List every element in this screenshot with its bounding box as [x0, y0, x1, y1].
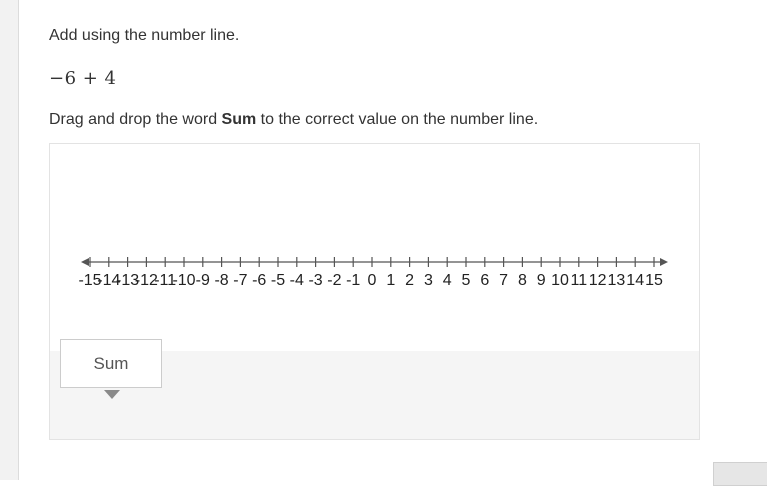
- number-line[interactable]: -15-14-13-12-11-10 -9 -8 -7 -6 -5 -4 -3 -2 -1 0 1 2 3…: [50, 144, 699, 304]
- number-line-tick-label: 3: [424, 272, 433, 289]
- number-line-tick-label: 11: [570, 272, 587, 289]
- question-prompt: Add using the number line.: [49, 27, 240, 44]
- drag-instruction: Drag and drop the word Sum to the correc…: [49, 111, 538, 129]
- number-line-tick-label: 12: [589, 272, 607, 289]
- number-line-tick-label: 6: [480, 272, 489, 289]
- right-arrow-icon: [660, 258, 668, 266]
- number-line-tick-label: 13: [608, 272, 626, 289]
- number-line-tick-label: 5: [462, 272, 471, 289]
- number-line-tick-label: 14: [626, 272, 644, 289]
- number-line-tick-label: -2: [327, 272, 341, 289]
- number-line-tick-label: 1: [386, 272, 395, 289]
- number-line-tick-label: 7: [499, 272, 508, 289]
- drag-drop-workspace: -15 -14 -13 -12 -11 -10 -9 -8 -7 -6 -5 -4 -3 -2 -1 0 1 2 3…: [49, 143, 700, 440]
- instruction-text-before: Drag and drop the word: [49, 111, 222, 128]
- number-line-tick-label: 0: [368, 272, 377, 289]
- number-line-tick-label: 15: [645, 272, 663, 289]
- left-rail: [0, 0, 19, 480]
- number-line-tick-label: -1: [346, 272, 360, 289]
- number-line-tick-label: -8: [214, 272, 228, 289]
- number-line-tick-label: 4: [443, 272, 452, 289]
- number-line-tick-label: -7: [233, 272, 247, 289]
- number-line-tick-label: -4: [290, 272, 304, 289]
- math-expression: −6 + 4: [49, 68, 117, 89]
- number-line-tick-label: 2: [405, 272, 414, 289]
- instruction-text-after: to the correct value on the number line.: [256, 111, 539, 128]
- number-line-tick-label: -10: [172, 272, 195, 289]
- instruction-bold-word: Sum: [221, 111, 257, 128]
- number-line-tick-label: 8: [518, 272, 527, 289]
- corner-button[interactable]: [713, 462, 767, 486]
- number-line-tick-label: 10: [551, 272, 569, 289]
- number-line-tick-label: -6: [252, 272, 266, 289]
- number-line-tick-label: 9: [537, 272, 546, 289]
- token-pointer-icon: [104, 390, 120, 399]
- number-line-tick-label: -9: [196, 272, 210, 289]
- number-line-tick-label: -5: [271, 272, 285, 289]
- left-arrow-icon: [81, 258, 89, 266]
- sum-draggable-token[interactable]: Sum: [60, 339, 162, 388]
- number-line-tick-label: -3: [308, 272, 322, 289]
